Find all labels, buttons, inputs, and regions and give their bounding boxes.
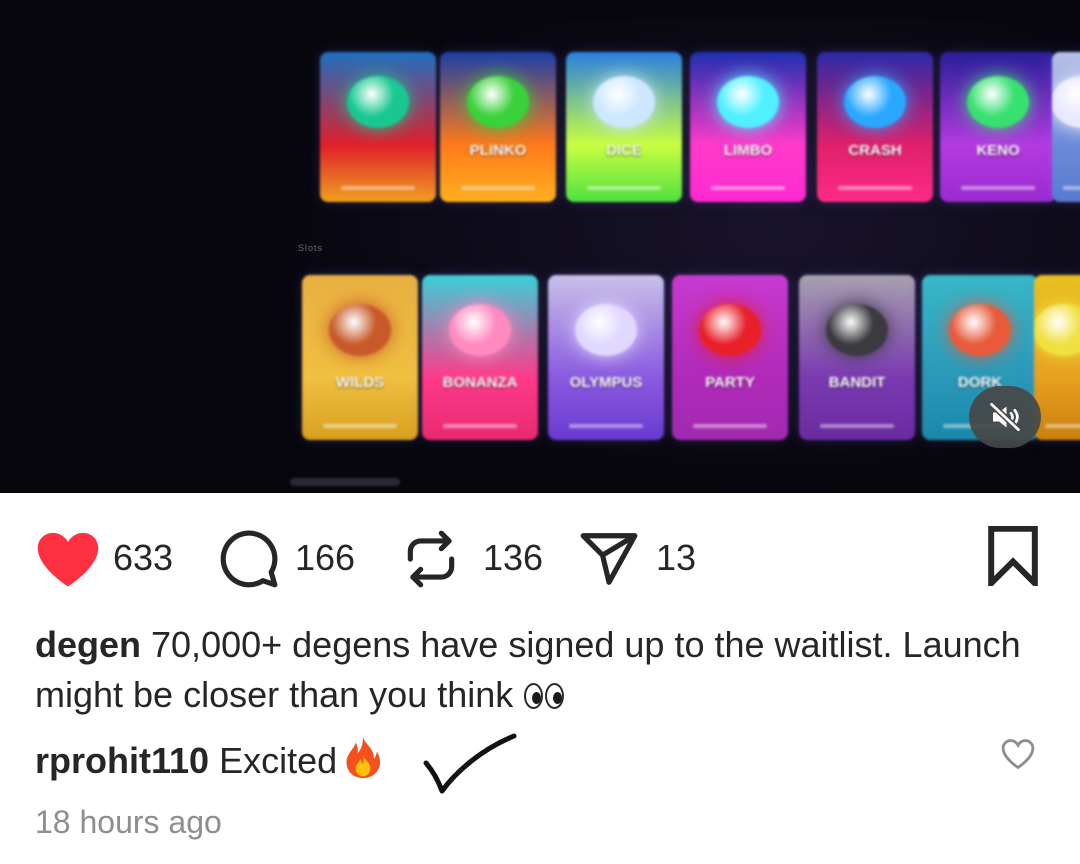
repost-icon[interactable]: [400, 528, 462, 590]
game-card[interactable]: BONANZA: [422, 275, 538, 440]
comment-text: Excited: [209, 740, 338, 781]
game-card-bar: [819, 424, 895, 428]
game-card-bar: [837, 186, 913, 190]
game-card[interactable]: KENO: [940, 52, 1056, 202]
game-card-art: [302, 275, 418, 377]
game-card-bar: [692, 424, 768, 428]
game-card-bar: [460, 186, 536, 190]
game-card-art: [548, 275, 664, 377]
heart-icon[interactable]: [35, 530, 101, 588]
game-card-bar: [1062, 186, 1080, 190]
game-card[interactable]: [1052, 52, 1080, 202]
game-card-title: PLINKO: [469, 142, 527, 159]
comment-like-icon[interactable]: [1001, 738, 1035, 770]
game-card[interactable]: PARTY: [672, 275, 788, 440]
eyes-emoji-icon: [523, 681, 567, 711]
game-card-title: PARTY: [705, 374, 755, 391]
handwritten-checkmark: [423, 733, 517, 794]
comment-username[interactable]: rprohit110: [35, 740, 209, 781]
game-card[interactable]: BANDIT: [799, 275, 915, 440]
game-card[interactable]: CRASH: [817, 52, 933, 202]
row-label: Slots: [298, 243, 324, 253]
game-card-art: [566, 52, 682, 145]
fire-emoji-icon: [346, 736, 381, 779]
mute-button[interactable]: [969, 386, 1041, 448]
game-card-art: [799, 275, 915, 377]
footer-label: [290, 478, 400, 486]
comment-count: 166: [295, 537, 356, 578]
game-card-title: OLYMPUS: [569, 374, 643, 391]
game-card-art: [690, 52, 806, 145]
game-card-art: [817, 52, 933, 145]
game-card[interactable]: WILDS: [302, 275, 418, 440]
game-card-bar: [710, 186, 786, 190]
game-card-title: BANDIT: [828, 374, 886, 391]
game-card-title: WILDS: [335, 374, 385, 391]
game-card-bar: [960, 186, 1036, 190]
game-card-art: [672, 275, 788, 377]
like-count: 633: [113, 537, 174, 578]
game-card-bar: [322, 424, 398, 428]
game-card[interactable]: OLYMPUS: [548, 275, 664, 440]
repost-count: 136: [483, 537, 544, 578]
caption-username[interactable]: degen: [35, 624, 141, 665]
share-icon[interactable]: [578, 528, 640, 590]
game-card-art: [320, 52, 436, 145]
bookmark-icon[interactable]: [985, 526, 1041, 586]
share-count: 13: [656, 537, 697, 578]
game-card-art: [940, 52, 1056, 145]
game-card[interactable]: PLINKO: [440, 52, 556, 202]
game-card-bar: [442, 424, 518, 428]
game-card-art: [1052, 52, 1080, 145]
game-card-title: DICE: [606, 142, 642, 159]
comment-timestamp: 18 hours ago: [35, 804, 222, 840]
speaker-muted-icon: [988, 401, 1022, 433]
game-card-art: [440, 52, 556, 145]
game-card-title: BONANZA: [442, 374, 518, 391]
comment-icon[interactable]: [218, 528, 280, 590]
game-card[interactable]: DICE: [566, 52, 682, 202]
game-card-art: [922, 275, 1038, 377]
game-card-bar: [1044, 424, 1080, 428]
game-card-title: CRASH: [848, 142, 902, 159]
game-card-art: [1034, 275, 1080, 377]
game-card[interactable]: [320, 52, 436, 202]
game-card-bar: [586, 186, 662, 190]
action-bar: 633 166 136 13: [0, 520, 1080, 592]
game-card-title: LIMBO: [723, 142, 773, 159]
post-caption: degen 70,000+ degens have signed up to t…: [35, 620, 1045, 720]
game-card-title: KENO: [976, 142, 1020, 159]
game-card-bar: [340, 186, 416, 190]
post-media[interactable]: PLINKO DICE LIMBO CRASH KENO Slots WILDS BONA…: [0, 0, 1080, 493]
game-card[interactable]: LIMBO: [690, 52, 806, 202]
game-card-art: [422, 275, 538, 377]
game-card-bar: [568, 424, 644, 428]
